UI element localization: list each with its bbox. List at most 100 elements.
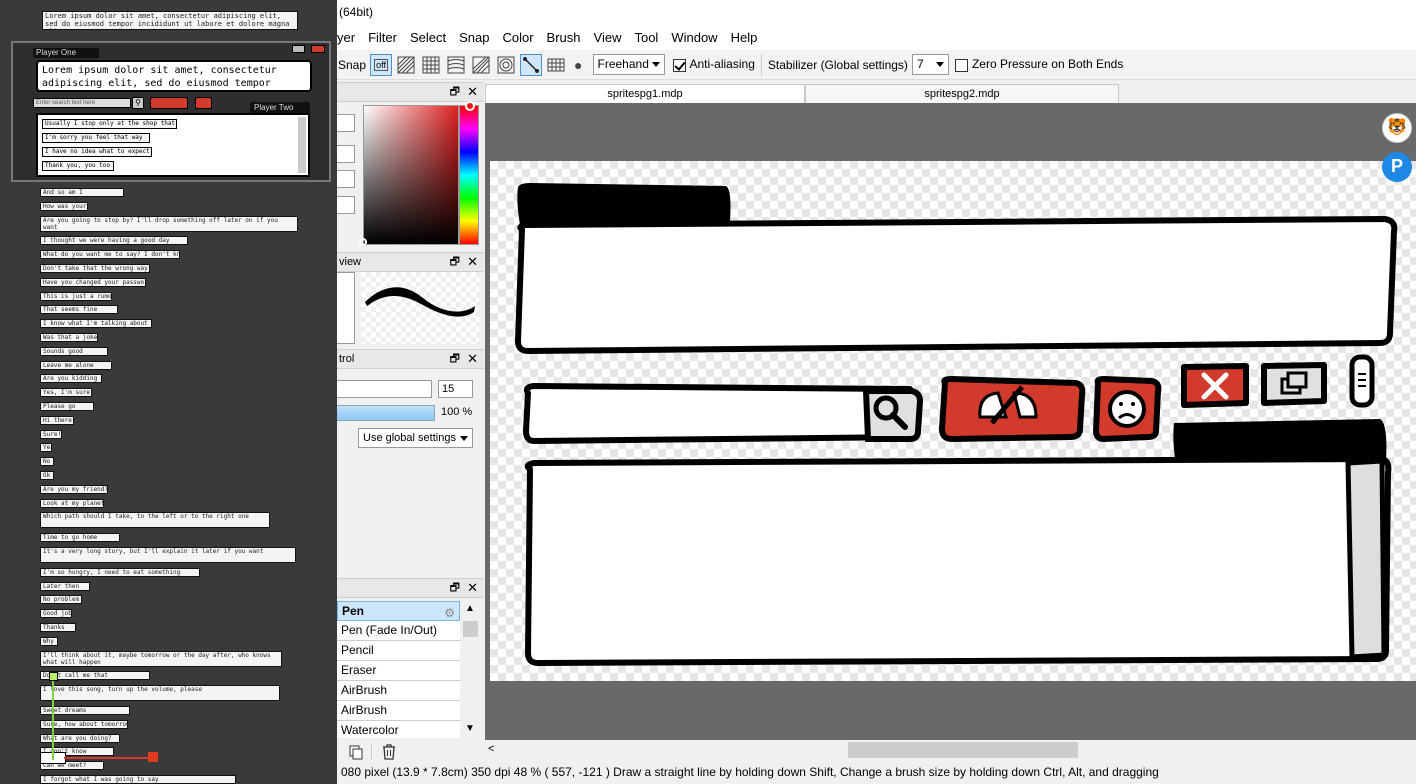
overlay-dialogue-line: Are you my friend? [40,484,108,494]
horizontal-scrollbar[interactable]: < [485,740,1416,760]
brush-density-value: 100 % [441,406,473,418]
art-text-panel [515,216,1398,354]
brush-item-airbrush-2[interactable]: AirBrush [337,701,460,721]
snap-parallel-button[interactable] [395,54,417,76]
float-panel-icon[interactable]: 🗗 [450,83,460,101]
global-settings-value: Use global settings [363,432,456,444]
curve-lines-icon [447,56,465,73]
brush-item-eraser[interactable]: Eraser [337,661,460,681]
tab-spritespg2[interactable]: spritespg2.mdp [805,84,1119,103]
horizontal-scroll-thumb[interactable] [848,742,1078,758]
color-swatch[interactable] [337,145,355,163]
menu-snap[interactable]: Snap [453,27,496,49]
canvas-paper[interactable] [490,161,1416,681]
float-panel-icon[interactable]: 🗗 [450,579,460,597]
overlay-dialogue-line: That seems fine [40,305,118,315]
tiger-avatar-icon[interactable]: 🐯 [1382,113,1412,143]
snap-ruler-button[interactable] [545,54,567,76]
menu-window[interactable]: Window [665,27,724,49]
hue-slider[interactable] [459,105,479,245]
overlay-dialogue-line: I forgot what I was going to say [40,775,236,784]
menu-tool[interactable]: Tool [628,27,665,49]
close-icon[interactable]: ✕ [467,83,478,101]
menu-select[interactable]: Select [404,27,453,49]
overlay-dialogue-line: I thought we were having a good day [40,236,188,246]
brush-list-scroll-thumb[interactable] [463,621,478,637]
vertical-slider-knob[interactable] [49,672,58,681]
brush-item-airbrush[interactable]: AirBrush [337,681,460,701]
drawing-mode-select[interactable]: Freehand [592,54,665,75]
brush-stroke-preview [361,272,479,344]
menu-help[interactable]: Help [725,27,765,49]
brush-dot-icon[interactable]: ● [574,57,582,73]
sad-face-button[interactable] [195,97,212,109]
snap-line-button[interactable] [520,53,543,76]
snap-concentric-button[interactable] [495,54,517,76]
color-swatch[interactable] [337,114,355,132]
overlay-list-scrollbar[interactable] [298,117,306,173]
zero-pressure-checkbox[interactable] [954,58,968,72]
horizontal-slider-knob[interactable] [148,752,158,762]
overlay-dialogue-line: I love this song, turn up the volume, pl… [40,685,280,702]
trash-icon[interactable] [381,743,397,761]
list-item[interactable]: I have no idea what to expect [42,147,152,157]
brush-item-pencil[interactable]: Pencil [337,641,460,661]
color-picker-knob[interactable] [359,238,367,246]
overlay-dialogue-line: This is just a rumour [40,291,112,301]
overlay-dialogue-line: Are you kidding me [40,374,102,384]
menu-brush[interactable]: Brush [541,27,588,49]
brush-density-slider[interactable] [337,405,435,421]
float-panel-icon[interactable]: 🗗 [450,350,460,368]
close-icon[interactable]: ✕ [467,253,478,271]
chevron-down-icon[interactable]: ▼ [465,723,475,734]
saturation-value-picker[interactable] [363,105,459,245]
horizontal-slider-track[interactable] [64,757,154,759]
brush-size-slider[interactable] [337,380,432,398]
mute-button[interactable] [150,97,188,109]
overlay-dialogue-line: What do you want me to say? I don't know [40,250,180,260]
menu-layer[interactable]: yer [337,27,362,49]
list-item[interactable]: Usually I stop only at the shop that my [42,119,177,129]
search-icon[interactable]: ⚲ [132,97,144,109]
zero-pressure-toggle[interactable]: Zero Pressure on Both Ends [954,57,1123,72]
overlay-dialogue-line: Thanks [40,623,76,632]
player-two-tab[interactable]: Player Two [250,102,310,113]
snap-grid-button[interactable] [420,54,442,76]
tab-spritespg1[interactable]: spritespg1.mdp [485,84,805,103]
list-item[interactable]: I'm sorry you feel that way [42,133,150,143]
stabilizer-select[interactable]: 7 [911,54,949,75]
menu-view[interactable]: View [588,27,629,49]
color-swatch[interactable] [337,196,355,214]
antialias-toggle[interactable]: Anti-aliasing [672,57,755,72]
menu-filter[interactable]: Filter [362,27,404,49]
brush-item-pen[interactable]: Pen ⚙ [337,601,460,621]
brush-item-pen-fade[interactable]: Pen (Fade In/Out) [337,621,460,641]
chevron-left-icon[interactable]: < [488,743,494,755]
list-item[interactable]: Thank you, you too [42,161,114,171]
chevron-up-icon[interactable]: ▲ [465,603,475,614]
window-close-button[interactable] [311,45,325,53]
vertical-slider-track[interactable] [52,676,54,760]
window-restore-button[interactable] [292,45,305,53]
brush-list-scrollbar[interactable]: ▲ ▼ [461,601,480,738]
antialias-checkbox[interactable] [672,58,686,72]
close-icon[interactable]: ✕ [467,350,478,368]
pixiv-icon[interactable]: P [1382,152,1412,182]
overlay-dialogue-line: Ok [40,471,54,480]
global-settings-select[interactable]: Use global settings [358,428,473,448]
canvas-area[interactable]: 🐯 P [485,103,1416,740]
snap-perspective-button[interactable] [470,54,492,76]
brush-size-input[interactable]: 15 [438,380,473,398]
menu-color[interactable]: Color [496,27,540,49]
hue-slider-knob[interactable] [465,101,475,111]
overlay-dialogue-line: Good job [40,609,72,619]
snap-curve-button[interactable] [445,54,467,76]
snap-off-button[interactable]: off [370,53,393,76]
float-panel-icon[interactable]: 🗗 [450,253,460,271]
overlay-search-input[interactable]: Enter search text here [33,98,131,108]
brush-item-label: AirBrush [341,683,388,697]
close-icon[interactable]: ✕ [467,579,478,597]
duplicate-brush-icon[interactable] [348,744,364,760]
brush-item-watercolor[interactable]: Watercolor [337,721,460,738]
color-swatch[interactable] [337,170,355,188]
